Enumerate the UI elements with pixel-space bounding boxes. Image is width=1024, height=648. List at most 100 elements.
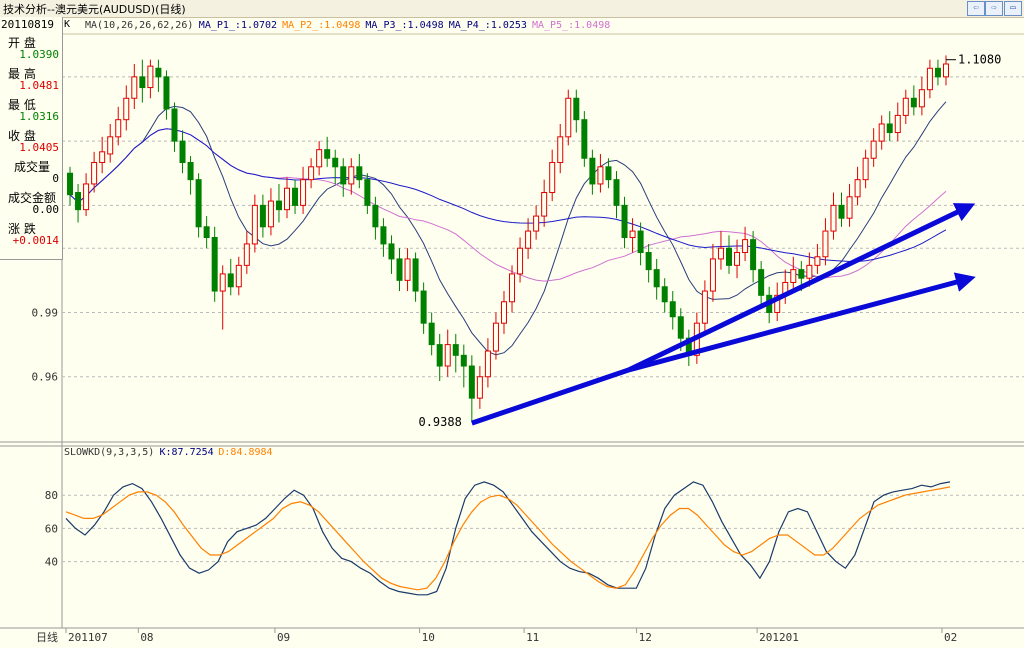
candle-body (557, 136, 564, 164)
slowkd-lines (65, 481, 951, 596)
candle-body (661, 286, 668, 303)
candle-body (107, 136, 114, 155)
candle-body (324, 149, 331, 159)
candle-body (300, 179, 307, 206)
time-tick-label: 11 (526, 631, 539, 644)
quote-panel: 20110819 K 开 盘 1.0390 最 高 1.0481 最 低 1.0316 收 … (0, 17, 70, 260)
candle-body (292, 187, 299, 206)
candle-body (235, 264, 242, 288)
candle-body (275, 200, 282, 211)
low-annotation: 0.9388 (418, 415, 461, 429)
candle-body (468, 365, 475, 399)
legend-item: MA_P2_:1.0498 (282, 20, 361, 31)
time-axis-corner: 日线 (36, 630, 58, 644)
candle-body (822, 230, 829, 258)
candle-body (187, 162, 194, 181)
candle-body (179, 140, 186, 164)
candle-body (251, 204, 258, 245)
candle-body (195, 179, 202, 228)
candle-body (460, 354, 467, 367)
candle-body (541, 192, 548, 217)
candle-body (428, 322, 435, 346)
candle-body (942, 63, 949, 78)
candle-body (211, 237, 218, 292)
candle-body (934, 67, 941, 78)
candle-body (621, 204, 628, 239)
legend-item: D:84.8984 (218, 447, 273, 458)
candle-body (886, 123, 893, 134)
legend-item: MA_P4_:1.0253 (448, 20, 527, 31)
candle-body (734, 251, 741, 266)
candle-body (91, 162, 98, 185)
legend-item: MA(10,26,26,62,26) (85, 20, 194, 31)
candle-body (348, 166, 355, 185)
candle-body (717, 247, 724, 260)
candle-body (163, 76, 170, 110)
back-icon[interactable]: ⇦ (967, 1, 985, 16)
time-tick-label: 08 (140, 631, 153, 644)
candle-body (894, 114, 901, 134)
candle-body (219, 273, 226, 292)
k-label: K (64, 19, 71, 30)
legend-item: SLOWKD(9,3,3,5) (64, 447, 155, 458)
quote-value: 0 (52, 172, 59, 185)
time-tick-label: 201107 (68, 631, 108, 644)
candle-body (878, 123, 885, 142)
candle-body (436, 344, 443, 367)
chart-canvas: 0.990.96806040日线 201107 08 09 10 11 12 201201 02… (0, 17, 1024, 644)
candle-body (613, 179, 620, 206)
price-tick-label: 0.99 (32, 306, 59, 319)
candle-body (67, 172, 74, 196)
candle-body (452, 344, 459, 356)
candle-body (131, 76, 138, 99)
candle-body (645, 251, 652, 271)
legend-item: MA_P5_:1.0498 (532, 20, 611, 31)
candle-body (742, 239, 749, 253)
moving-average-lines (69, 101, 947, 356)
candle-body (492, 322, 499, 352)
grid-lines (0, 17, 1024, 629)
candle-body (589, 157, 596, 185)
restore-icon[interactable]: ▭ (1004, 1, 1022, 16)
candle-body (412, 258, 419, 292)
candle-body (677, 316, 684, 339)
window-title: 技术分析--澳元美元(AUDUSD)(日线) (3, 3, 186, 16)
candle-body (517, 247, 524, 275)
trend-line-base (471, 367, 630, 426)
forward-icon[interactable]: ⇨ (985, 1, 1003, 16)
title-bar: 技术分析--澳元美元(AUDUSD)(日线) ⇦ ⇨ ▭ (0, 0, 1024, 18)
candle-body (139, 76, 146, 89)
candle-body (870, 140, 877, 159)
candle-body (404, 258, 411, 281)
candle-body (758, 269, 765, 296)
candle-body (910, 97, 917, 108)
kd-tick-label: 60 (45, 522, 58, 535)
candlestick-series (67, 55, 949, 423)
quote-label: 成交量 (14, 160, 51, 174)
candle-body (533, 215, 540, 232)
candle-body (629, 230, 636, 239)
d-line (65, 486, 951, 591)
candle-body (243, 243, 250, 266)
kd-tick-label: 80 (45, 489, 58, 502)
candle-body (147, 65, 154, 89)
candle-body (918, 89, 925, 108)
candle-body (726, 247, 732, 266)
ma10-line (69, 101, 947, 356)
candle-body (653, 269, 660, 288)
candle-body (669, 301, 676, 318)
candle-body (308, 166, 315, 181)
high-annotation: 1.1080 (958, 53, 1001, 67)
candle-body (155, 67, 162, 78)
candle-body (420, 290, 427, 324)
candle-body (267, 200, 274, 228)
price-tick-label: 0.96 (32, 371, 59, 384)
candle-body (75, 192, 82, 211)
candle-body (790, 269, 797, 283)
quote-value: 1.0405 (19, 141, 59, 154)
candle-body (926, 67, 933, 91)
candle-body (356, 166, 363, 181)
candle-body (115, 119, 122, 138)
candle-body (364, 179, 371, 206)
quote-date: 20110819 (1, 18, 54, 31)
